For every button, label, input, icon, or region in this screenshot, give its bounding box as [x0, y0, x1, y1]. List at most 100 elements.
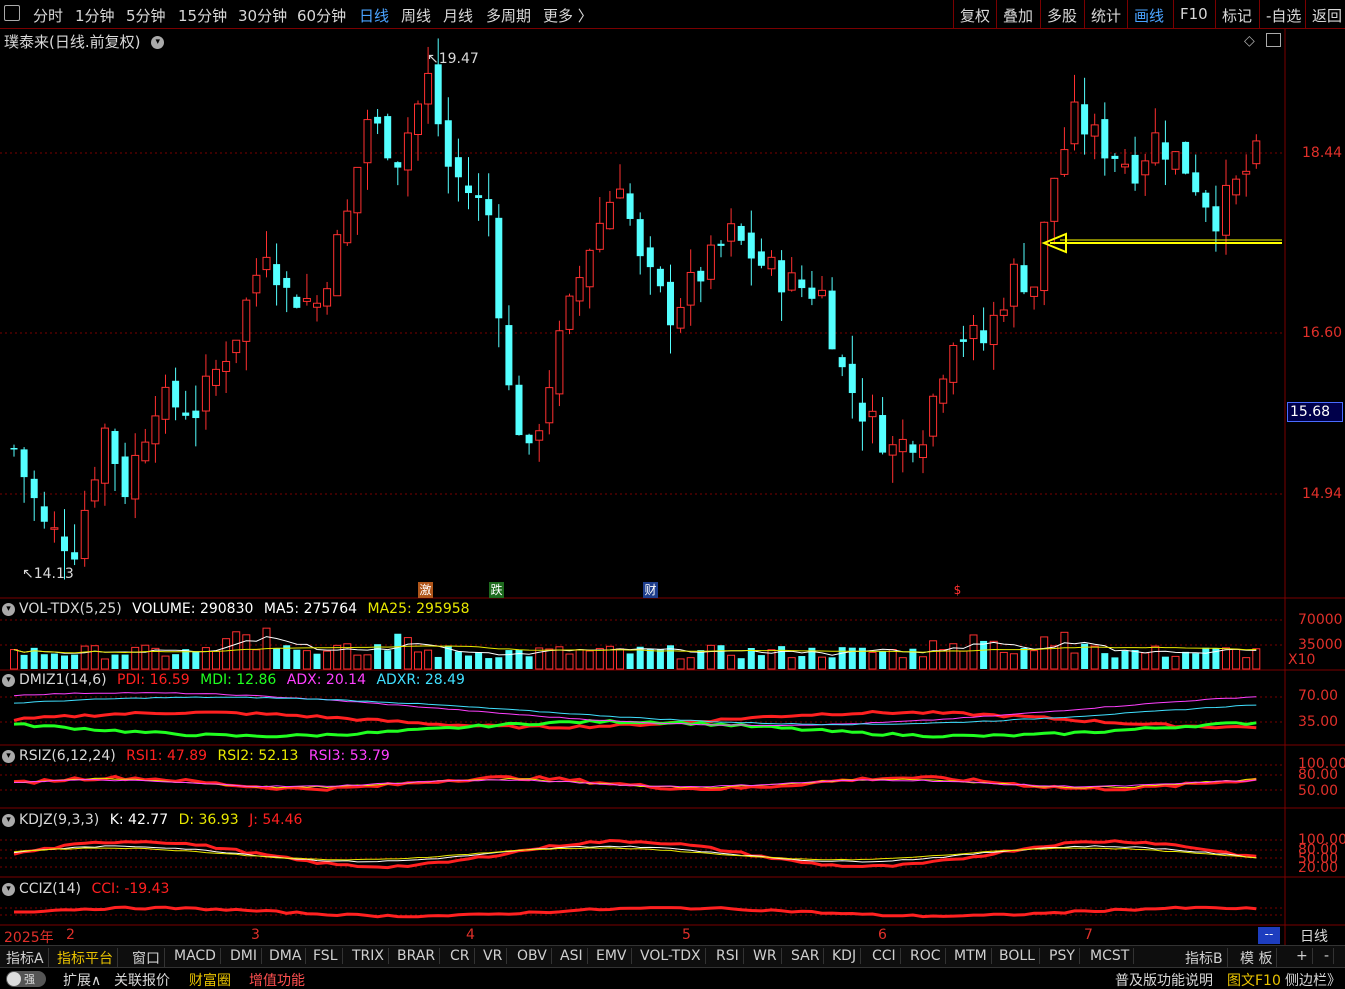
- indicator-tab[interactable]: OBV: [517, 948, 552, 964]
- indicator-tab[interactable]: CR: [450, 948, 475, 964]
- indicator-tab[interactable]: MCST: [1090, 948, 1135, 964]
- low-price-label: ↖14.13: [22, 566, 74, 582]
- volume-bar-down: [1202, 647, 1210, 669]
- volume-bar-up: [161, 655, 170, 670]
- indicator-tab[interactable]: EMV: [596, 948, 632, 964]
- chevron-down-icon[interactable]: ▾: [2, 882, 15, 896]
- indicator-tab[interactable]: PSY: [1049, 948, 1080, 964]
- candle-body-up: [333, 234, 342, 297]
- volume-bar-down: [374, 644, 382, 669]
- expand-button[interactable]: 扩展∧: [63, 970, 101, 989]
- indicator-tab[interactable]: WR: [753, 948, 782, 964]
- candle-body-down: [1081, 104, 1089, 135]
- strength-toggle[interactable]: 强: [6, 971, 46, 987]
- price-axis-tick: 16.60: [1302, 325, 1343, 341]
- chevron-down-icon[interactable]: ▾: [2, 813, 15, 827]
- candle-body-up: [242, 299, 251, 342]
- indicator-tab[interactable]: BOLL: [999, 948, 1040, 964]
- indicator-tab[interactable]: ASI: [560, 948, 588, 964]
- indicator-tab[interactable]: VOL-TDX: [640, 948, 706, 964]
- candle-body-down: [858, 402, 866, 422]
- volume-bar-up: [1242, 657, 1251, 670]
- indicator-tab[interactable]: ROC: [910, 948, 946, 964]
- cci-indicator-name: CCIZ(14): [19, 881, 82, 897]
- indicator-tab[interactable]: MTM: [954, 948, 992, 964]
- indicator-tab[interactable]: BRAR: [397, 948, 441, 964]
- rsi-2: RSI2: 52.13: [217, 748, 299, 764]
- candle-body-down: [475, 195, 483, 198]
- candle-body-down: [757, 251, 765, 266]
- volume-bar-up: [545, 648, 554, 670]
- volume-bar-up: [353, 654, 362, 670]
- volume-ma5: MA5: 275764: [263, 601, 358, 617]
- indicator-tab[interactable]: KDJ: [832, 948, 862, 964]
- volume-bar-down: [121, 654, 129, 669]
- indicator-b-tab[interactable]: 指标B: [1185, 948, 1228, 968]
- indicator-tab[interactable]: DMA: [269, 948, 307, 964]
- event-marker[interactable]: 激: [418, 582, 433, 598]
- candle-body-down: [1101, 119, 1109, 159]
- candle-body-down: [30, 478, 38, 499]
- candle-body-up: [868, 410, 877, 418]
- rsi-lines: [13, 774, 1257, 792]
- candle-body-down: [40, 506, 48, 522]
- graphic-f10-button[interactable]: 图文F10: [1227, 970, 1281, 989]
- indicator-tab[interactable]: SAR: [791, 948, 825, 964]
- candle-body-down: [646, 247, 654, 268]
- volume-bar-up: [1222, 647, 1230, 670]
- event-marker[interactable]: 财: [643, 582, 658, 598]
- candle-body-down: [636, 219, 644, 257]
- zoom-in-button[interactable]: +: [1296, 948, 1313, 964]
- indicator-tab[interactable]: MACD: [174, 948, 221, 964]
- candle-body-up: [969, 324, 978, 340]
- candle-body-up: [605, 201, 614, 230]
- indicator-tab[interactable]: TRIX: [352, 948, 389, 964]
- wealth-circle-button[interactable]: 财富圈: [189, 970, 231, 989]
- related-quotes-button[interactable]: 关联报价: [114, 970, 170, 989]
- candle-body-down: [61, 536, 68, 552]
- volume-bar-up: [1171, 655, 1180, 670]
- volume-bar-up: [706, 644, 715, 670]
- zoom-out-button[interactable]: -: [1324, 948, 1335, 964]
- volume-bar-down: [283, 645, 291, 669]
- value-added-button[interactable]: 增值功能: [249, 970, 305, 989]
- volume-bar-up: [1252, 648, 1261, 670]
- volume-bar-up: [201, 647, 210, 670]
- candle-body-up: [212, 368, 220, 386]
- chevron-down-icon[interactable]: ▾: [2, 749, 15, 763]
- candle-body-up: [1050, 177, 1059, 222]
- indicator-tab[interactable]: RSI: [716, 948, 744, 964]
- candle-body-down: [980, 330, 988, 344]
- kline-chart-area[interactable]: [0, 0, 1345, 989]
- event-marker[interactable]: 跌: [489, 582, 504, 598]
- candle-body-up: [1070, 101, 1079, 145]
- indicator-tab[interactable]: FSL: [313, 948, 343, 964]
- candle-body-down: [828, 290, 836, 350]
- volume-bar-up: [100, 658, 109, 670]
- high-price-label: ↖19.47: [427, 51, 479, 67]
- sidebar-toggle-button[interactable]: 侧边栏》: [1285, 970, 1341, 989]
- candle-body-up: [535, 430, 544, 441]
- indicator-tab[interactable]: 指标平台: [57, 948, 118, 968]
- indicator-tab[interactable]: DMI: [230, 948, 262, 964]
- edition-info-button[interactable]: 普及版功能说明: [1115, 970, 1213, 989]
- event-marker[interactable]: $: [950, 582, 965, 598]
- indicator-tab[interactable]: CCI: [872, 948, 901, 964]
- volume-bar-up: [10, 649, 18, 670]
- indicator-tab[interactable]: VR: [483, 948, 508, 964]
- candle-body-down: [879, 415, 887, 453]
- high-price-value: 19.47: [438, 51, 479, 67]
- indicator-tab[interactable]: 窗口: [132, 948, 165, 968]
- candle-body-up: [222, 360, 231, 372]
- indicator-tab[interactable]: 指标A: [6, 948, 49, 968]
- chevron-down-icon[interactable]: ▾: [2, 673, 15, 687]
- scroll-end-button[interactable]: --: [1258, 927, 1280, 944]
- chevron-down-icon[interactable]: ▾: [2, 602, 15, 616]
- candle-body-up: [565, 295, 574, 330]
- annotation-arrow: [1041, 232, 1282, 254]
- candle-body-down: [182, 412, 190, 416]
- volume-axis-tick: 35000: [1298, 637, 1343, 653]
- template-tab[interactable]: 模 板: [1240, 948, 1278, 968]
- candle-body-down: [525, 434, 533, 444]
- volume-bar-down: [1101, 653, 1109, 669]
